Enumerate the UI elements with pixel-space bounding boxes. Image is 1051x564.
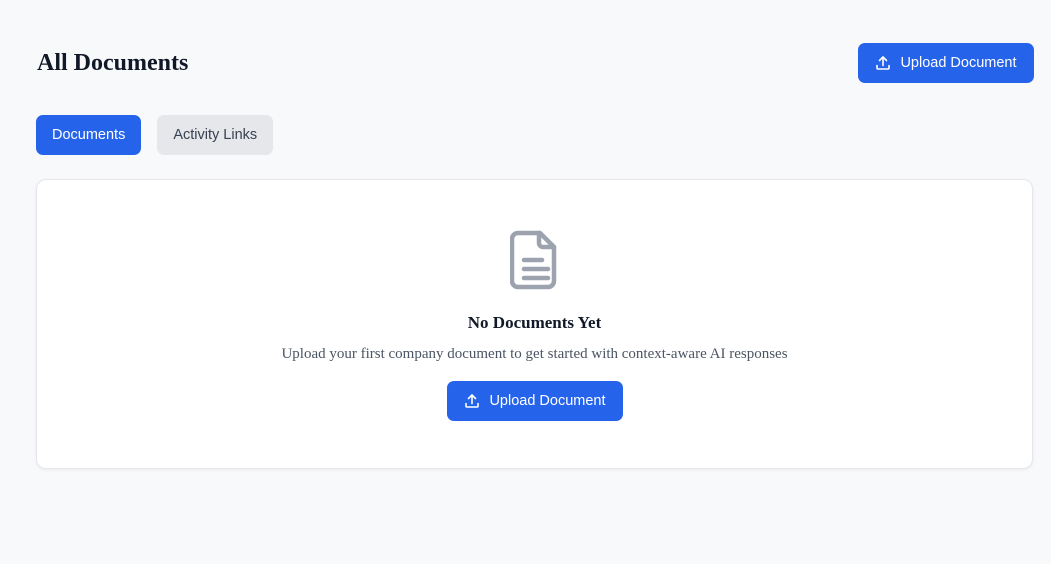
tab-activity-links[interactable]: Activity Links <box>157 115 274 155</box>
empty-state-card: No Documents Yet Upload your first compa… <box>36 179 1033 469</box>
empty-state-upload-label: Upload Document <box>489 393 606 409</box>
upload-icon <box>464 393 480 409</box>
empty-state-upload-button[interactable]: Upload Document <box>447 381 623 421</box>
upload-icon <box>875 55 891 71</box>
upload-document-button[interactable]: Upload Document <box>858 43 1034 83</box>
empty-state-description: Upload your first company document to ge… <box>281 346 788 362</box>
empty-state-title: No Documents Yet <box>467 313 602 332</box>
upload-document-label: Upload Document <box>900 55 1017 71</box>
document-icon <box>509 230 562 290</box>
tab-documents[interactable]: Documents <box>36 115 142 155</box>
page-title: All Documents <box>37 50 189 76</box>
tab-bar: Documents Activity Links <box>36 115 274 155</box>
